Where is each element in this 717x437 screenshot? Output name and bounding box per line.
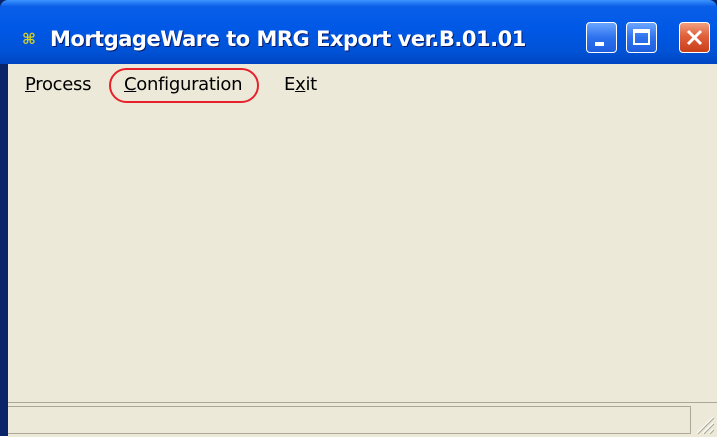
minimize-icon [595, 42, 604, 46]
minimize-button[interactable] [586, 22, 617, 53]
title-bar[interactable]: ⌘ MortgageWare to MRG Export ver.B.01.01 [0, 0, 717, 64]
menu-exit-mnemonic: x [295, 74, 306, 95]
app-icon: ⌘ [22, 30, 36, 47]
menu-exit-suffix: it [305, 74, 317, 95]
window-title: MortgageWare to MRG Export ver.B.01.01 [50, 27, 526, 51]
client-area: Process Configuration Exit [8, 64, 717, 437]
close-icon [686, 29, 703, 46]
resize-grip-icon[interactable] [693, 413, 715, 435]
menu-configuration[interactable]: Configuration [124, 73, 242, 97]
menu-bar: Process Configuration Exit [8, 64, 717, 104]
menu-process-mnemonic: P [25, 74, 36, 95]
svg-text:⌘: ⌘ [22, 30, 36, 47]
menu-process-suffix: rocess [35, 74, 92, 95]
maximize-icon [633, 29, 650, 45]
menu-configuration-mnemonic: C [124, 74, 137, 95]
menu-configuration-suffix: onfiguration [136, 74, 243, 95]
menu-exit-prefix: E [284, 74, 296, 95]
main-content-area [8, 104, 717, 400]
menu-process[interactable]: Process [25, 73, 92, 97]
maximize-button[interactable] [626, 22, 657, 53]
app-window: ⌘ MortgageWare to MRG Export ver.B.01.01… [0, 0, 717, 437]
menu-exit[interactable]: Exit [284, 73, 317, 97]
status-bar [8, 402, 717, 437]
status-panel [8, 406, 691, 434]
close-button[interactable] [679, 22, 710, 53]
